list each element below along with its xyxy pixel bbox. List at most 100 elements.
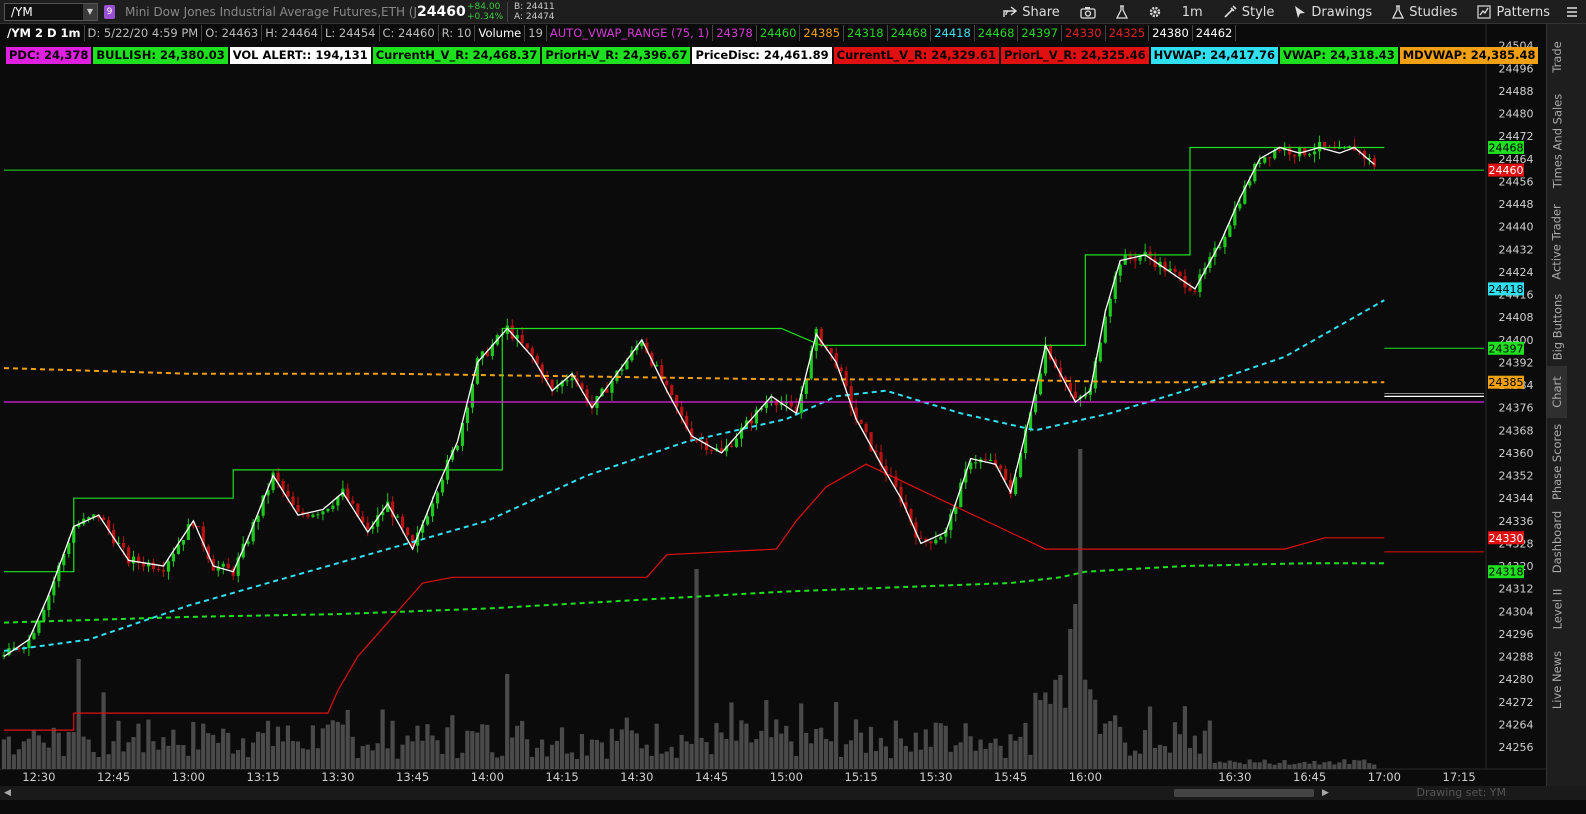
candle-body <box>550 379 554 389</box>
drawing-set-label: Drawing set: YM <box>1416 786 1506 799</box>
style-button[interactable]: Style <box>1213 0 1285 24</box>
volume-bar <box>201 723 206 769</box>
settings-button[interactable] <box>1138 0 1172 24</box>
volume-bar <box>1282 760 1287 769</box>
side-tab-level-ii[interactable]: Level II <box>1547 578 1567 640</box>
candle-body <box>440 479 445 493</box>
y-tick-label: 24496 <box>1499 62 1534 75</box>
volume-bar <box>96 756 101 769</box>
y-tick-label: 24456 <box>1499 175 1534 188</box>
volume-bar <box>1352 759 1357 769</box>
volume-bar <box>1347 763 1352 769</box>
drawings-button[interactable]: Drawings <box>1284 0 1382 24</box>
volume-bar <box>719 732 724 769</box>
volume-bar <box>883 746 889 769</box>
volume-bar <box>1277 762 1282 769</box>
volume-bar <box>141 752 146 769</box>
price-chart[interactable]: 2450424496244882448024472244642445624448… <box>0 24 1546 786</box>
x-tick-label: 15:00 <box>770 770 803 784</box>
x-tick-label: 16:00 <box>1069 770 1102 784</box>
volume-bar <box>186 755 191 769</box>
side-tab-big-buttons[interactable]: Big Buttons <box>1547 288 1567 366</box>
volume-bar <box>91 751 96 769</box>
legend-item: L: 24454 <box>322 25 380 41</box>
volume-bar <box>779 733 784 769</box>
volume-bar <box>375 743 380 769</box>
symbol-selector[interactable]: /YM ▼ <box>4 2 98 21</box>
volume-bar <box>1048 703 1053 769</box>
volume-bar <box>619 729 624 769</box>
scroll-left-icon[interactable]: ◀ <box>4 786 11 800</box>
side-tab-label: Trade <box>1550 41 1564 73</box>
side-tab-bar: Trade Times And Sales Active Trader Big But… <box>1546 24 1586 790</box>
legend-item: D: 5/22/20 4:59 PM <box>85 25 203 41</box>
candle-body <box>37 620 41 633</box>
volume-bar <box>435 740 440 769</box>
study-label: PDC: 24,378 <box>6 47 92 64</box>
volume-bar <box>405 735 410 769</box>
patterns-button[interactable]: Patterns <box>1467 0 1560 24</box>
study-label: PriceDisc: 24,461.89 <box>692 47 832 64</box>
candle-body <box>151 562 156 570</box>
legend-item: 24468 <box>888 25 932 41</box>
time-scrollbar[interactable]: ◀ ▶ Drawing set: YM <box>0 786 1586 800</box>
candle-body <box>1268 157 1272 159</box>
volume-bar <box>525 739 530 769</box>
legend-item: 24380 <box>1149 25 1193 41</box>
legend-item: 24378 <box>713 25 757 41</box>
volume-bar <box>649 755 654 769</box>
volume-bar <box>888 758 894 769</box>
side-tab-times-and-sales[interactable]: Times And Sales <box>1547 86 1567 196</box>
candle-body <box>1173 268 1177 272</box>
y-tick-label: 24376 <box>1499 402 1534 415</box>
menu-button[interactable] <box>1560 0 1586 24</box>
volume-bar <box>480 724 485 769</box>
volume-bar <box>958 742 963 769</box>
side-tab-active-trader[interactable]: Active Trader <box>1547 196 1567 288</box>
timeframe-button[interactable]: 1m <box>1172 0 1213 24</box>
side-tab-label: Active Trader <box>1550 204 1565 280</box>
volume-bar <box>893 720 898 769</box>
candle-body <box>1188 287 1192 291</box>
volume-bar <box>804 732 809 769</box>
volume-bar <box>689 743 694 769</box>
snapshot-button[interactable] <box>1070 0 1106 24</box>
side-tab-phase-scores[interactable]: Phase Scores <box>1547 418 1567 506</box>
chevron-down-icon[interactable]: ▼ <box>83 3 97 20</box>
side-tab-chart[interactable]: Chart <box>1547 366 1567 418</box>
volume-bar <box>1033 692 1038 769</box>
volume-bar <box>191 721 196 769</box>
y-tick-label: 24288 <box>1499 651 1534 664</box>
y-tick-label: 24296 <box>1499 628 1534 641</box>
candle-body <box>974 462 978 464</box>
volume-bar <box>1127 755 1133 769</box>
volume-bar <box>1222 762 1227 769</box>
side-tab-trade[interactable]: Trade <box>1547 28 1567 86</box>
volume-bar <box>789 741 794 769</box>
volume-bar <box>415 725 420 769</box>
volume-bar <box>520 720 525 769</box>
candle-body <box>306 514 310 517</box>
flask-button[interactable] <box>1106 0 1138 24</box>
link-group-badge[interactable]: 9 <box>104 4 115 19</box>
volume-bar <box>764 700 769 769</box>
volume-bar <box>863 752 869 769</box>
studies-button[interactable]: Studies <box>1382 0 1467 24</box>
volume-bar <box>1247 759 1252 769</box>
volume-bar <box>6 736 11 769</box>
volume-bar <box>908 751 913 769</box>
volume-bar <box>704 742 709 769</box>
volume-bar <box>629 730 634 769</box>
scroll-right-icon[interactable]: ▶ <box>1322 786 1329 800</box>
candle-body <box>171 553 176 562</box>
volume-bar <box>136 723 141 769</box>
scrollbar-thumb[interactable] <box>1174 789 1314 797</box>
net-change: +84.00 <box>467 1 501 12</box>
volume-bar <box>465 730 470 769</box>
share-button[interactable]: Share <box>993 0 1070 24</box>
volume-bar <box>963 723 968 769</box>
side-tab-dashboard[interactable]: Dashboard <box>1547 506 1567 578</box>
y-tick-label: 24448 <box>1499 198 1534 211</box>
volume-bar <box>1123 742 1128 769</box>
side-tab-live-news[interactable]: Live News <box>1547 640 1567 720</box>
